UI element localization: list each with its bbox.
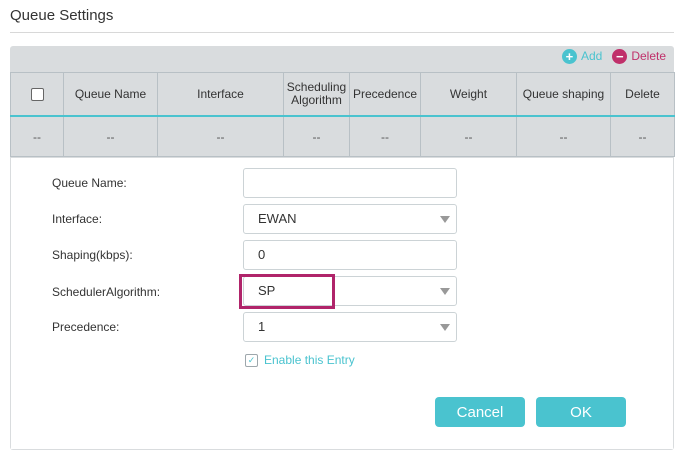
column-header: Scheduling Algorithm — [283, 72, 350, 117]
delete-button[interactable]: − Delete — [612, 48, 666, 64]
precedence-label: Precedence: — [52, 320, 120, 334]
column-header: Delete — [610, 72, 675, 117]
edit-form: Queue Name: Interface: EWAN Shaping(kbps… — [11, 158, 673, 449]
precedence-select[interactable]: 1 — [243, 312, 457, 342]
table-cell: -- — [157, 115, 284, 157]
page-title: Queue Settings — [10, 7, 114, 24]
table-cell: -- — [10, 115, 64, 157]
chevron-down-icon — [440, 216, 450, 223]
shaping-label: Shaping(kbps): — [52, 248, 133, 262]
queue-name-label: Queue Name: — [52, 176, 127, 190]
select-all-checkbox[interactable] — [30, 87, 44, 101]
precedence-value: 1 — [258, 319, 266, 334]
column-header: Precedence — [349, 72, 421, 117]
column-header: Interface — [157, 72, 284, 117]
queue-table: Queue Name Interface Scheduling Algorith… — [10, 72, 675, 157]
title-divider — [10, 32, 674, 33]
add-button[interactable]: + Add — [561, 48, 603, 64]
table-header-row: Queue Name Interface Scheduling Algorith… — [10, 72, 675, 117]
table-toolbar: + Add − Delete — [561, 47, 666, 65]
interface-select[interactable]: EWAN — [243, 204, 457, 234]
select-all-cell — [10, 72, 64, 117]
column-header: Weight — [420, 72, 517, 117]
chevron-down-icon — [440, 288, 450, 295]
queue-panel: + Add − Delete Queue Name Interface Sche… — [10, 46, 675, 450]
column-header: Queue Name — [63, 72, 158, 117]
table-cell: -- — [349, 115, 421, 157]
scheduler-label: SchedulerAlgorithm: — [52, 285, 161, 299]
interface-label: Interface: — [52, 212, 103, 226]
table-cell: -- — [516, 115, 611, 157]
shaping-input[interactable]: 0 — [243, 240, 457, 270]
plus-circle-icon: + — [561, 48, 577, 64]
interface-value: EWAN — [258, 211, 297, 226]
table-cell: -- — [63, 115, 158, 157]
table-cell: -- — [610, 115, 675, 157]
highlight-box — [239, 274, 335, 309]
enable-entry-row: ✓ Enable this Entry — [245, 353, 355, 367]
add-label: Add — [580, 49, 603, 63]
delete-label: Delete — [631, 49, 666, 63]
enable-entry-label: Enable this Entry — [264, 353, 355, 367]
table-row[interactable]: -- -- -- -- -- -- -- -- — [10, 115, 675, 157]
column-header: Queue shaping — [516, 72, 611, 117]
enable-entry-checkbox[interactable]: ✓ — [245, 353, 258, 367]
minus-circle-icon: − — [612, 48, 628, 64]
ok-button[interactable]: OK — [536, 397, 626, 427]
chevron-down-icon — [440, 324, 450, 331]
table-cell: -- — [283, 115, 350, 157]
cancel-button[interactable]: Cancel — [435, 397, 525, 427]
table-cell: -- — [420, 115, 517, 157]
queue-name-input[interactable] — [243, 168, 457, 198]
